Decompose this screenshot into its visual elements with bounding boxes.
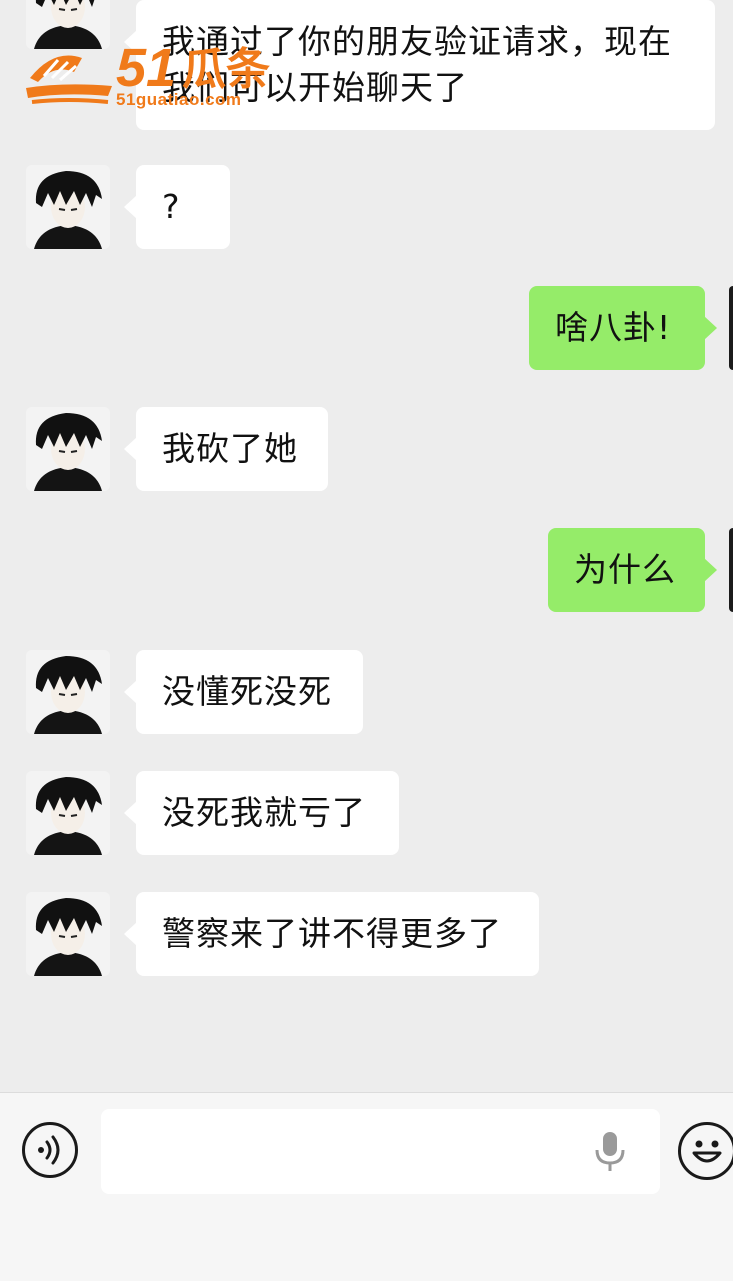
message-bubble-incoming[interactable]: 没死我就亏了 [124, 771, 399, 855]
contact-avatar[interactable] [26, 0, 110, 49]
contact-avatar[interactable] [26, 165, 110, 249]
contact-avatar[interactable] [26, 771, 110, 855]
chat-area[interactable]: 我通过了你的朋友验证请求，现在我们可以开始聊天了 ? 啥八卦! 我砍了她 为什么… [0, 0, 733, 1092]
contact-avatar[interactable] [26, 892, 110, 976]
message-bubble-incoming[interactable]: 没懂死没死 [124, 650, 363, 734]
contact-avatar[interactable] [26, 407, 110, 491]
voice-icon [38, 1135, 60, 1165]
message-bubble-incoming[interactable]: ? [124, 165, 230, 249]
emoji-button[interactable] [678, 1122, 733, 1180]
message-bubble-outgoing[interactable]: 为什么 [548, 528, 717, 612]
message-bubble-incoming[interactable]: 我通过了你的朋友验证请求，现在我们可以开始聊天了 [124, 0, 715, 130]
voice-input-button[interactable] [22, 1122, 78, 1178]
microphone-icon[interactable] [594, 1130, 626, 1174]
message-bubble-incoming[interactable]: 警察来了讲不得更多了 [124, 892, 539, 976]
message-input[interactable] [101, 1109, 660, 1194]
self-avatar[interactable] [729, 528, 733, 612]
emoji-icon [692, 1140, 722, 1163]
self-avatar[interactable] [729, 286, 733, 370]
message-bubble-outgoing[interactable]: 啥八卦! [529, 286, 717, 370]
contact-avatar[interactable] [26, 650, 110, 734]
message-bubble-incoming[interactable]: 我砍了她 [124, 407, 328, 491]
